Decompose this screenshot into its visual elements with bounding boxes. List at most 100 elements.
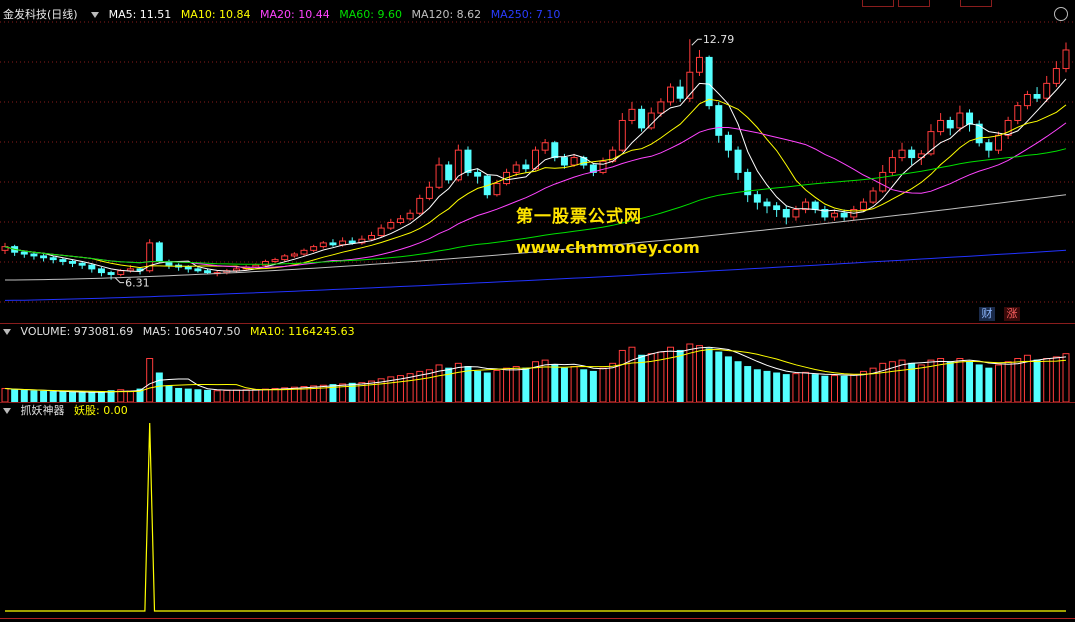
indicator-chart[interactable] xyxy=(0,419,1075,619)
volume-label: VOLUME: 973081.69 xyxy=(20,325,134,338)
volume-bar xyxy=(879,362,887,402)
volume-bar xyxy=(850,374,858,402)
candle xyxy=(946,119,954,129)
candle xyxy=(763,201,771,207)
volume-ma5-label: MA5: 1065407.50 xyxy=(142,325,241,338)
candle xyxy=(734,149,742,173)
badge-cai[interactable]: 财 xyxy=(979,307,995,321)
candle xyxy=(69,260,77,264)
low-label: 6.31 xyxy=(125,277,150,290)
volume-bar xyxy=(1,387,9,402)
watermark-title: 第一股票公式网 xyxy=(516,207,642,227)
volume-ma10-label: MA10: 1164245.63 xyxy=(249,325,355,338)
volume-bar xyxy=(753,369,761,402)
candle xyxy=(88,264,96,270)
candle xyxy=(184,266,192,270)
dropdown-triangle-icon[interactable] xyxy=(3,329,11,335)
candle xyxy=(898,149,906,159)
volume-bar xyxy=(985,367,993,402)
candle xyxy=(888,157,896,173)
volume-bar xyxy=(454,362,462,402)
candle xyxy=(831,212,838,218)
candle xyxy=(551,142,559,159)
volume-bar xyxy=(425,369,433,402)
candle xyxy=(638,108,646,129)
volume-bar xyxy=(898,359,906,402)
toolbar-stub-2[interactable] xyxy=(898,0,930,7)
volume-bar xyxy=(840,375,848,402)
watermark-url: www.chnmoney.com xyxy=(516,238,700,257)
ma250-line xyxy=(4,249,1067,301)
volume-bar xyxy=(1004,361,1012,402)
candle xyxy=(753,194,761,203)
toolbar-stub-1[interactable] xyxy=(862,0,894,7)
volume-bar xyxy=(956,358,964,402)
candle xyxy=(474,171,482,177)
candle xyxy=(377,227,385,237)
candle xyxy=(869,190,877,203)
volume-bar xyxy=(782,374,790,402)
candle xyxy=(348,240,356,244)
candle xyxy=(908,149,916,159)
volume-chart[interactable] xyxy=(0,340,1075,402)
candle xyxy=(445,164,453,181)
volume-bar xyxy=(1014,358,1022,402)
candle xyxy=(271,259,279,262)
candle xyxy=(1043,82,1051,99)
candle xyxy=(20,251,28,255)
candle xyxy=(676,86,684,99)
candle xyxy=(522,164,530,170)
volume-bar xyxy=(271,387,279,402)
candle xyxy=(541,142,549,151)
volume-bar xyxy=(59,391,67,402)
volume-bar xyxy=(194,389,202,402)
candle xyxy=(570,157,578,166)
candle xyxy=(339,240,347,246)
volume-bar xyxy=(242,389,250,402)
candle xyxy=(310,246,318,251)
volume-bar xyxy=(474,370,482,402)
volume-bar xyxy=(541,359,549,402)
candle xyxy=(695,56,703,73)
candle xyxy=(628,108,636,121)
candle xyxy=(599,160,607,173)
volume-bar xyxy=(715,351,723,402)
volume-panel-header: VOLUME: 973081.69 MA5: 1065407.50 MA10: … xyxy=(0,324,361,340)
volume-bar xyxy=(503,367,511,402)
volume-bar xyxy=(667,346,675,402)
candle xyxy=(859,201,867,211)
candle xyxy=(155,242,163,262)
divider-volume-indicator[interactable] xyxy=(0,402,1075,403)
candle xyxy=(30,253,38,257)
volume-bar xyxy=(618,349,626,402)
candle xyxy=(1023,94,1031,107)
volume-bar xyxy=(464,366,472,402)
yaogu-signal-line xyxy=(5,422,1066,612)
volume-bar xyxy=(724,356,732,402)
volume-bar xyxy=(20,389,28,402)
badge-zhang[interactable]: 涨 xyxy=(1004,307,1020,321)
toolbar-stub-3[interactable] xyxy=(960,0,992,7)
candle xyxy=(300,249,308,255)
candle xyxy=(117,270,125,275)
indicator-value: 妖股: 0.00 xyxy=(74,404,128,417)
candle xyxy=(319,242,327,248)
volume-bar xyxy=(78,392,86,402)
candle xyxy=(387,222,395,229)
candle xyxy=(773,205,781,211)
candle xyxy=(107,272,115,275)
candle xyxy=(879,171,887,192)
candle xyxy=(97,268,105,274)
volume-bar xyxy=(49,391,57,402)
price-chart[interactable]: 12.79 6.31 xyxy=(0,16,1075,324)
volume-bar xyxy=(483,372,491,402)
volume-bar xyxy=(994,364,1002,402)
volume-bar xyxy=(802,371,810,402)
volume-bar xyxy=(551,364,559,402)
volume-bar xyxy=(946,361,954,402)
candle xyxy=(792,209,800,218)
dropdown-triangle-icon[interactable] xyxy=(3,408,11,414)
candle xyxy=(985,142,993,151)
candle xyxy=(840,212,848,218)
candle xyxy=(416,197,424,214)
